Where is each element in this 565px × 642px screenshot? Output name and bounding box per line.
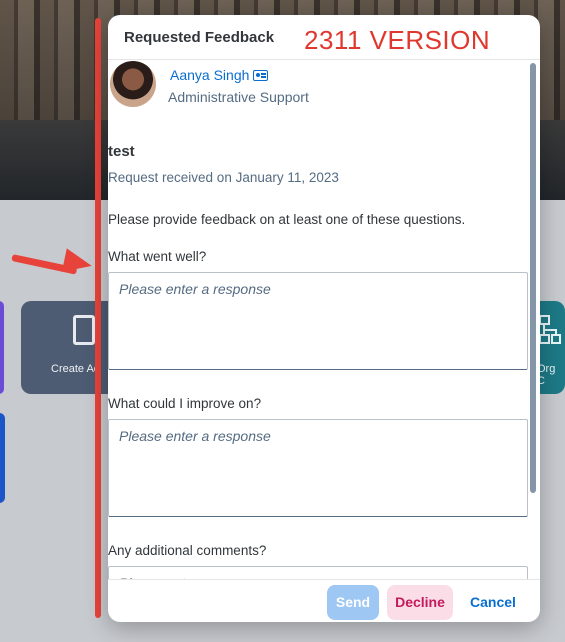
question-label-went-well: What went well?	[108, 249, 207, 264]
send-button[interactable]: Send	[327, 585, 379, 620]
tile-partial-purple[interactable]	[0, 301, 4, 394]
tile-partial-blue[interactable]	[0, 413, 5, 503]
tile-create-label: Create Ac	[51, 363, 100, 375]
dialog-body[interactable]: Aanya Singh Administrative Support test …	[108, 61, 540, 579]
decline-button[interactable]: Decline	[387, 585, 453, 620]
version-annotation: 2311 VERSION	[304, 25, 491, 55]
org-chart-icon	[539, 315, 561, 344]
question-label-additional: Any additional comments?	[108, 543, 267, 558]
request-received-date: Request received on January 11, 2023	[108, 170, 339, 185]
tile-org-label: Org C	[537, 363, 556, 387]
dialog-header: Requested Feedback 2311 VERSION	[108, 15, 540, 60]
requested-feedback-dialog: Requested Feedback 2311 VERSION Aanya Si…	[108, 15, 540, 622]
went-well-response-field[interactable]	[108, 272, 528, 370]
question-label-improve: What could I improve on?	[108, 396, 262, 411]
instructions-text: Please provide feedback on at least one …	[108, 212, 466, 227]
improve-response-field[interactable]	[108, 419, 528, 517]
dialog-scrollbar[interactable]	[528, 61, 536, 579]
scrollbar-thumb[interactable]	[530, 63, 536, 493]
dialog-title: Requested Feedback	[124, 29, 275, 46]
avatar	[110, 61, 156, 107]
contact-card-icon[interactable]	[253, 70, 268, 81]
requester-name-link[interactable]: Aanya Singh	[170, 67, 249, 83]
dialog-footer: Send Decline Cancel	[108, 579, 540, 622]
additional-comments-field[interactable]	[108, 566, 528, 579]
annotation-red-line	[95, 18, 101, 618]
request-title: test	[108, 143, 135, 160]
requester-role: Administrative Support	[168, 89, 309, 105]
clipboard-icon	[73, 315, 95, 345]
cancel-button[interactable]: Cancel	[461, 585, 525, 620]
